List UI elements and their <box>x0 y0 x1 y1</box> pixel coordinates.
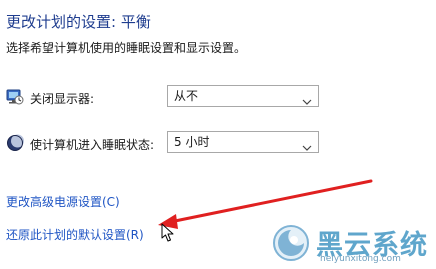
mouse-pointer-icon <box>160 223 176 243</box>
chevron-down-icon <box>302 92 312 105</box>
sleep-dropdown[interactable]: 5 小时 <box>167 131 319 153</box>
display-off-label: 关闭显示器: <box>30 92 95 106</box>
sleep-value: 5 小时 <box>174 135 210 149</box>
display-off-dropdown[interactable]: 从不 <box>167 85 319 107</box>
watermark: 黑云系统 heiyunxitong.com <box>272 222 436 269</box>
sleep-label: 使计算机进入睡眠状态: <box>30 138 155 152</box>
display-off-value: 从不 <box>174 89 199 103</box>
restore-defaults-link[interactable]: 还原此计划的默认设置(R) <box>6 226 144 243</box>
page-subtitle: 选择希望计算机使用的睡眠设置和显示设置。 <box>6 41 247 55</box>
watermark-url: heiyunxitong.com <box>320 254 401 264</box>
power-plan-settings-window: 更改计划的设置: 平衡 选择希望计算机使用的睡眠设置和显示设置。 关闭显示器: … <box>0 0 436 269</box>
moon-icon <box>6 134 24 152</box>
advanced-power-settings-link[interactable]: 更改高级电源设置(C) <box>6 193 120 210</box>
page-title: 更改计划的设置: 平衡 <box>6 13 151 31</box>
monitor-icon <box>6 88 24 106</box>
chevron-down-icon <box>302 138 312 151</box>
watermark-logo-icon <box>272 224 310 262</box>
